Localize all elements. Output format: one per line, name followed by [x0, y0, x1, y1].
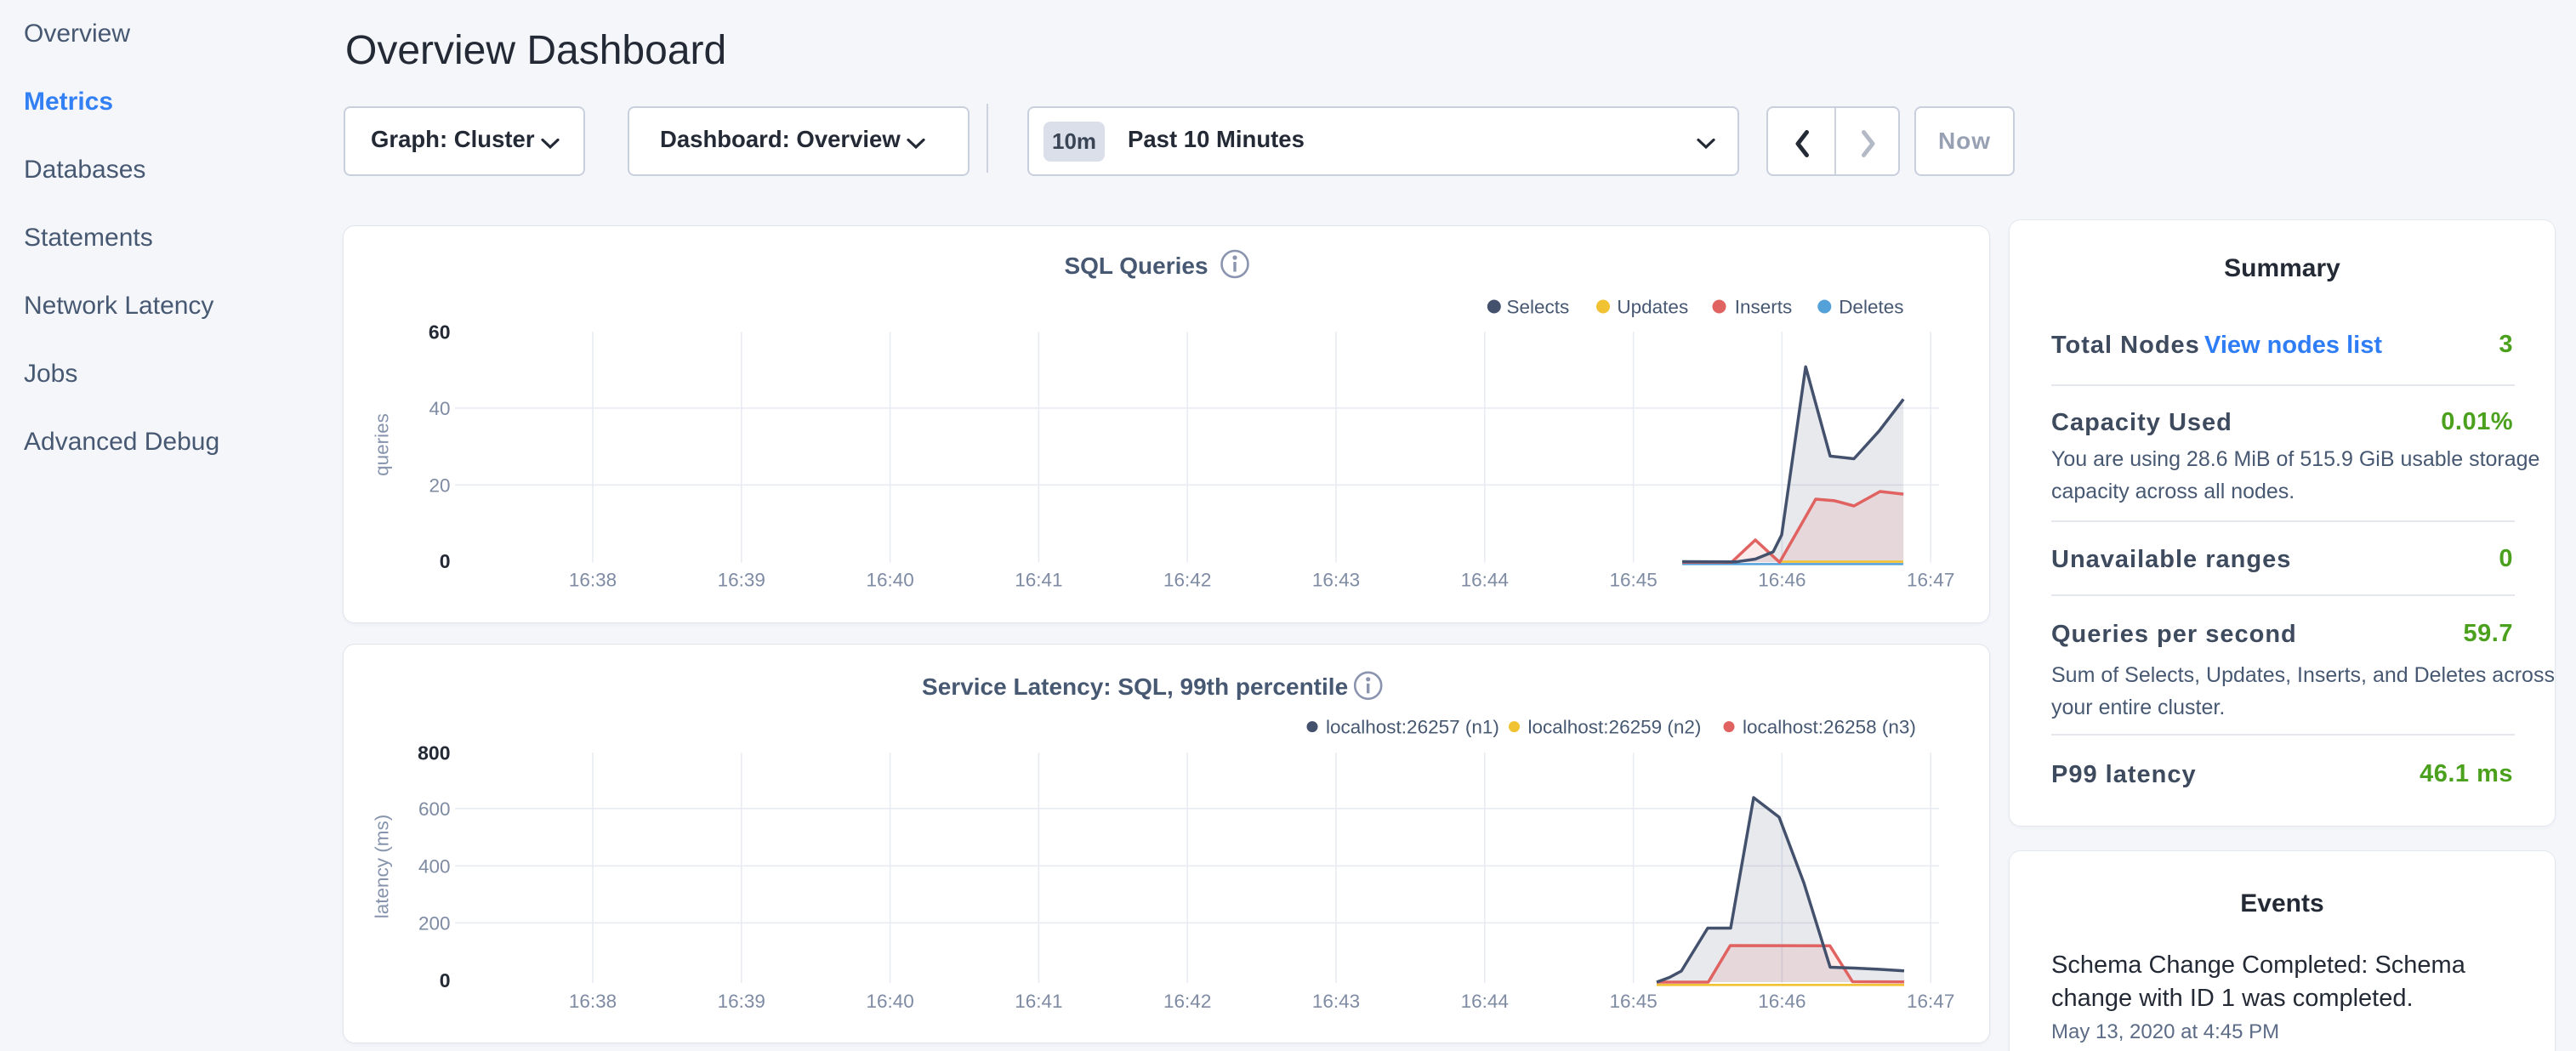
- svg-text:16:47: 16:47: [1907, 570, 1954, 591]
- svg-text:Service Latency: SQL, 99th per: Service Latency: SQL, 99th percentile: [922, 673, 1348, 700]
- svg-text:16:45: 16:45: [1609, 570, 1657, 591]
- svg-text:latency (ms): latency (ms): [372, 815, 393, 919]
- svg-text:16:44: 16:44: [1461, 570, 1509, 591]
- svg-text:localhost:26257 (n1): localhost:26257 (n1): [1326, 717, 1499, 738]
- svg-text:200: 200: [418, 913, 451, 935]
- svg-text:60: 60: [429, 321, 451, 344]
- svg-text:16:45: 16:45: [1609, 991, 1657, 1012]
- svg-text:16:39: 16:39: [718, 991, 765, 1012]
- svg-text:16:44: 16:44: [1461, 991, 1509, 1012]
- svg-text:queries: queries: [372, 413, 393, 476]
- svg-text:Inserts: Inserts: [1735, 297, 1793, 318]
- svg-text:0: 0: [440, 550, 451, 572]
- svg-text:SQL Queries: SQL Queries: [1064, 253, 1208, 279]
- svg-text:16:47: 16:47: [1907, 991, 1954, 1012]
- svg-text:Deletes: Deletes: [1839, 297, 1903, 318]
- svg-text:16:46: 16:46: [1758, 991, 1805, 1012]
- svg-text:800: 800: [418, 741, 450, 764]
- svg-text:16:42: 16:42: [1163, 570, 1211, 591]
- svg-text:16:43: 16:43: [1312, 991, 1360, 1012]
- svg-text:16:46: 16:46: [1758, 570, 1805, 591]
- svg-text:16:41: 16:41: [1015, 570, 1062, 591]
- svg-text:16:39: 16:39: [718, 570, 765, 591]
- svg-text:16:38: 16:38: [569, 991, 617, 1012]
- svg-text:16:41: 16:41: [1015, 991, 1062, 1012]
- svg-text:localhost:26259 (n2): localhost:26259 (n2): [1528, 717, 1702, 738]
- svg-text:localhost:26258 (n3): localhost:26258 (n3): [1743, 717, 1916, 738]
- svg-text:600: 600: [418, 798, 451, 820]
- svg-text:16:43: 16:43: [1312, 570, 1360, 591]
- svg-text:20: 20: [429, 475, 450, 497]
- svg-text:16:40: 16:40: [866, 991, 913, 1012]
- svg-text:16:42: 16:42: [1163, 991, 1211, 1012]
- svg-text:400: 400: [418, 856, 451, 878]
- svg-text:40: 40: [429, 398, 450, 419]
- svg-text:0: 0: [440, 969, 451, 991]
- svg-text:16:40: 16:40: [866, 570, 913, 591]
- svg-text:Updates: Updates: [1617, 297, 1688, 318]
- svg-text:16:38: 16:38: [569, 570, 617, 591]
- svg-text:Selects: Selects: [1507, 297, 1570, 318]
